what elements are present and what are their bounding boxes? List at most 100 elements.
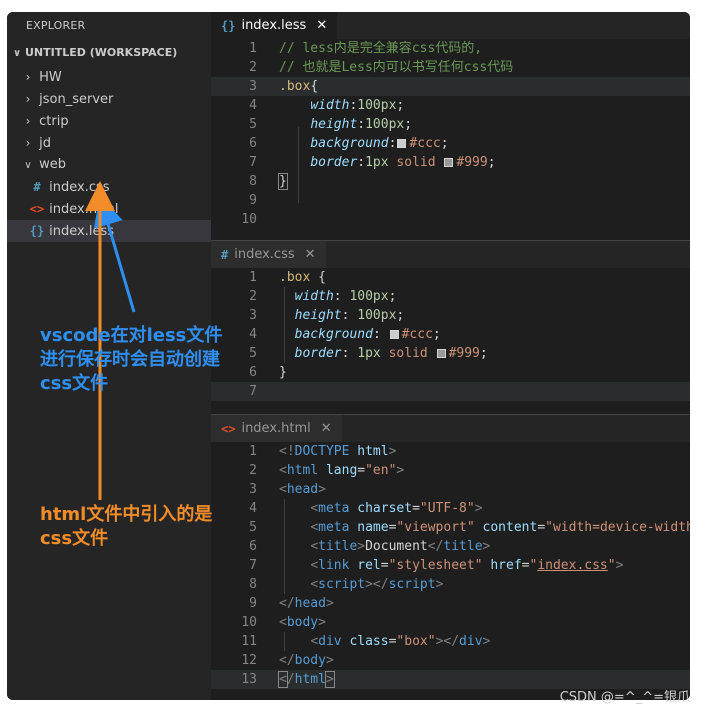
line-number: 11 xyxy=(241,634,257,649)
line-number: 10 xyxy=(241,212,257,227)
code-editor-css[interactable]: 1 .box { 2 width: 100px; 3 height: 100px;… xyxy=(211,268,690,401)
code-line: width: 100px; xyxy=(294,289,397,304)
code-editor-html[interactable]: 1 <!DOCTYPE html> 2 <html lang="en"> 3 <hea… xyxy=(211,442,690,689)
code-line: // less内是完全兼容css代码的, xyxy=(279,41,483,56)
line-number: 6 xyxy=(249,539,257,554)
line-number: 4 xyxy=(249,98,257,113)
annotation-line: html文件中引入的是 xyxy=(40,504,213,525)
tree-file-index-html[interactable]: <> index.html xyxy=(7,198,211,220)
code-line: border:1px solid #999; xyxy=(310,155,496,170)
line-number: 2 xyxy=(249,60,257,75)
chevron-down-icon: ∨ xyxy=(13,48,22,59)
annotation-blue: vscode在对less文件 进行保存时会自动创建 css文件 xyxy=(40,324,222,396)
line-number: 3 xyxy=(249,308,257,323)
line-number: 9 xyxy=(249,596,257,611)
color-swatch[interactable] xyxy=(397,139,407,148)
color-swatch[interactable] xyxy=(444,158,454,167)
editor-pane-css: # index.css ✕ 1 .box { 2 width: 100px; 3 … xyxy=(211,240,690,410)
tab-index-html[interactable]: <> index.html ✕ xyxy=(211,415,342,442)
line-number: 3 xyxy=(249,482,257,497)
code-line: // 也就是Less内可以书写任何css代码 xyxy=(279,60,514,75)
code-line: <meta charset="UTF-8"> xyxy=(310,501,483,516)
line-number: 2 xyxy=(249,289,257,304)
color-swatch[interactable] xyxy=(389,330,399,339)
chevron-right-icon: › xyxy=(25,136,31,150)
line-number: 7 xyxy=(249,558,257,573)
line-number: 4 xyxy=(249,501,257,516)
tree-file-index-css[interactable]: # index.css xyxy=(7,176,211,198)
line-number: 1 xyxy=(249,270,257,285)
line-number: 7 xyxy=(249,155,257,170)
tab-label: index.html xyxy=(241,421,311,436)
tree-item-label: HW xyxy=(39,70,62,85)
tree-folder-jd[interactable]: › jd xyxy=(7,132,211,154)
tree-folder-ctrip[interactable]: › ctrip xyxy=(7,110,211,132)
tree-item-label: index.less xyxy=(49,224,114,239)
line-number: 13 xyxy=(241,672,257,687)
tab-bar: <> index.html ✕ xyxy=(211,415,690,442)
code-line: <head> xyxy=(279,482,326,497)
annotation-line: css文件 xyxy=(40,373,109,394)
line-number: 5 xyxy=(249,520,257,535)
less-file-icon: {} xyxy=(29,224,45,238)
code-line: } xyxy=(279,365,287,380)
line-number: 3 xyxy=(249,79,257,94)
chevron-down-icon: ∨ xyxy=(24,160,32,171)
workspace-header[interactable]: ∨ UNTITLED (WORKSPACE) xyxy=(7,42,211,64)
tree-item-label: ctrip xyxy=(39,114,69,129)
code-line: height:100px; xyxy=(310,117,413,132)
line-number: 10 xyxy=(241,615,257,630)
code-line: height: 100px; xyxy=(294,308,405,323)
tab-bar: {} index.less ✕ xyxy=(211,12,690,39)
tree-item-label: index.html xyxy=(49,202,119,217)
less-file-icon: {} xyxy=(221,18,236,33)
close-icon[interactable]: ✕ xyxy=(305,247,316,262)
editor-pane-less: {} index.less ✕ 1 // less内是完全兼容css代码的, 2 /… xyxy=(211,12,690,236)
css-file-icon: # xyxy=(33,180,41,194)
tree-item-label: json_server xyxy=(39,92,114,107)
code-line: <html lang="en"> xyxy=(279,463,405,478)
tree-item-label: web xyxy=(39,157,67,172)
tree-item-label: index.css xyxy=(49,180,110,195)
close-icon[interactable]: ✕ xyxy=(321,421,332,436)
code-line: </html> xyxy=(278,671,335,688)
line-number: 1 xyxy=(249,444,257,459)
line-number: 2 xyxy=(249,463,257,478)
explorer-title: EXPLORER xyxy=(26,19,86,32)
tree-folder-web[interactable]: ∨ web xyxy=(7,154,211,176)
html-file-icon: <> xyxy=(221,421,236,436)
html-file-icon: <> xyxy=(29,202,45,216)
tab-index-css[interactable]: # index.css ✕ xyxy=(211,241,326,268)
annotation-line: vscode在对less文件 xyxy=(40,325,223,346)
tab-index-less[interactable]: {} index.less ✕ xyxy=(211,12,338,39)
tab-label: index.css xyxy=(234,247,295,262)
code-line: <title>Document</title> xyxy=(310,539,491,554)
tree-file-index-less[interactable]: {} index.less xyxy=(7,220,211,242)
tree-item-label: jd xyxy=(39,136,52,151)
code-line: background: #ccc; xyxy=(294,327,441,342)
code-line: <link rel="stylesheet" href="index.css"> xyxy=(310,558,624,573)
annotation-line: 进行保存时会自动创建 xyxy=(40,349,220,370)
code-line: <div class="box"></div> xyxy=(310,634,491,649)
line-number: 9 xyxy=(249,193,257,208)
code-line: <!DOCTYPE html> xyxy=(279,444,397,459)
code-line: <script></script> xyxy=(310,577,444,592)
code-line: background: #ccc; xyxy=(310,136,449,151)
watermark: CSDN @=^_^=银爪 xyxy=(559,690,690,705)
code-line: border: 1px solid #999; xyxy=(294,346,488,361)
line-number: 6 xyxy=(249,136,257,151)
chevron-right-icon: › xyxy=(25,92,31,106)
close-icon[interactable]: ✕ xyxy=(316,18,327,33)
annotation-line: css文件 xyxy=(40,528,109,549)
chevron-right-icon: › xyxy=(25,70,31,84)
color-swatch[interactable] xyxy=(436,349,446,358)
tree-folder-hw[interactable]: › HW xyxy=(7,66,211,88)
code-editor-less[interactable]: 1 // less内是完全兼容css代码的, 2 // 也就是Less内可以书写任何… xyxy=(211,39,690,229)
tree-folder-json-server[interactable]: › json_server xyxy=(7,88,211,110)
code-line: } xyxy=(278,173,288,190)
workspace-name: UNTITLED (WORKSPACE) xyxy=(24,46,178,59)
line-number: 8 xyxy=(249,174,257,189)
css-file-icon: # xyxy=(221,247,229,262)
line-number: 1 xyxy=(249,41,257,56)
line-number: 5 xyxy=(249,117,257,132)
